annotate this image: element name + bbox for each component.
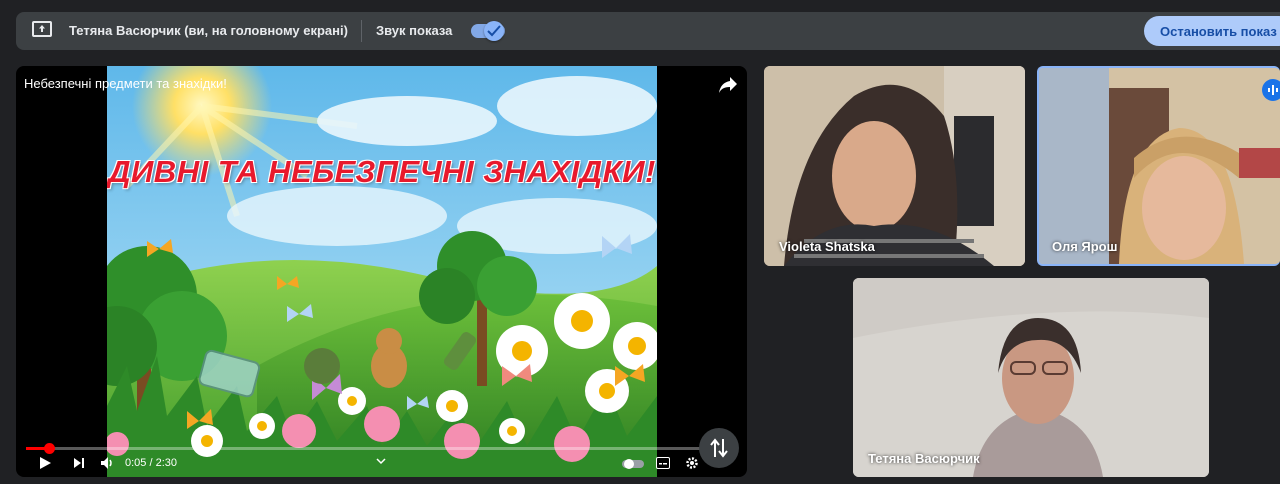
autoplay-toggle-icon[interactable] [622,458,644,470]
chevron-down-icon[interactable] [376,458,386,466]
speaking-indicator-icon [1262,79,1280,101]
participant-name: Оля Ярош [1052,239,1118,254]
time-display: 0:05 / 2:30 [125,457,177,469]
subtitles-icon[interactable] [656,457,670,469]
participant-video [853,278,1209,477]
participant-tile-olya[interactable]: Оля Ярош [1037,66,1280,266]
participant-name: Violeta Shatska [779,239,875,254]
sound-toggle-knob[interactable] [484,21,504,41]
progress-track[interactable] [26,447,716,450]
presenter-label: Тетяна Васюрчик (ви, на головному екрані… [69,23,348,38]
progress-scrubber[interactable] [44,443,55,454]
participant-video [764,66,1025,266]
shared-video-player[interactable]: ДИВНІ ТА НЕБЕЗПЕЧНІ ЗНАХІДКИ! Небезпечні… [16,66,747,477]
present-screen-icon [32,21,52,37]
cartoon-scene-image [107,66,657,477]
participant-tile-tetyana[interactable]: Тетяна Васюрчик [853,278,1209,477]
participant-name: Тетяна Васюрчик [868,451,980,466]
swap-layout-button[interactable] [699,428,739,468]
next-icon[interactable] [72,456,86,470]
video-frame: ДИВНІ ТА НЕБЕЗПЕЧНІ ЗНАХІДКИ! [107,66,657,477]
play-icon[interactable] [38,456,52,470]
participant-tile-violeta[interactable]: Violeta Shatska [764,66,1025,266]
swap-arrows-icon [710,438,728,458]
video-title[interactable]: Небезпечні предмети та знахідки! [24,76,227,91]
volume-icon[interactable] [100,456,116,470]
share-icon[interactable] [718,76,738,94]
divider [361,20,362,42]
presenting-bar: Тетяна Васюрчик (ви, на головному екрані… [16,12,1280,50]
participant-video [1039,68,1280,264]
sound-label: Звук показа [376,23,453,38]
stop-presenting-button[interactable]: Остановить показ [1144,16,1280,46]
settings-gear-icon[interactable] [685,456,699,470]
video-banner-text: ДИВНІ ТА НЕБЕЗПЕЧНІ ЗНАХІДКИ! [108,154,656,189]
